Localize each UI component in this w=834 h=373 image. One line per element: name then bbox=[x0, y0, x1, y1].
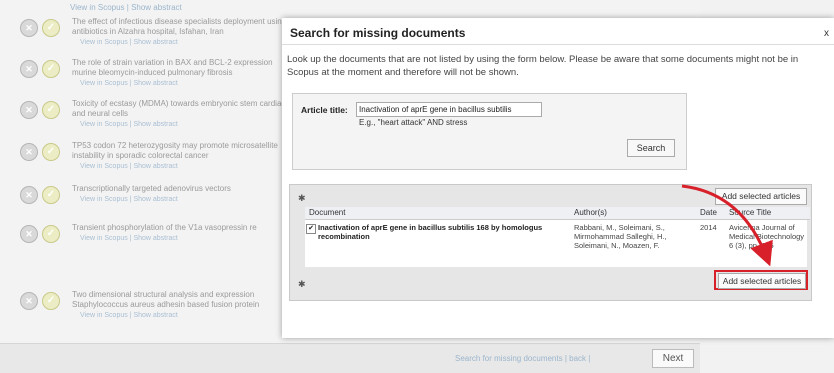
list-item-title[interactable]: The role of strain variation in BAX and … bbox=[72, 58, 297, 78]
list-item-title[interactable]: Toxicity of ecstasy (MDMA) towards embry… bbox=[72, 99, 297, 119]
list-item-title[interactable]: The effect of infectious disease special… bbox=[72, 17, 297, 37]
reject-icon[interactable] bbox=[20, 186, 38, 204]
list-item-title[interactable]: TP53 codon 72 heterozygosity may promote… bbox=[72, 141, 297, 161]
list-item-links[interactable]: View in Scopus | Show abstract bbox=[80, 121, 178, 128]
accept-icon[interactable] bbox=[42, 19, 60, 37]
reject-icon[interactable] bbox=[20, 143, 38, 161]
list-item-links[interactable]: View in Scopus | Show abstract bbox=[80, 312, 178, 319]
accept-icon[interactable] bbox=[42, 101, 60, 119]
reject-icon[interactable] bbox=[20, 19, 38, 37]
list-item-links[interactable]: View in Scopus | Show abstract bbox=[80, 196, 178, 203]
list-item-title[interactable]: Two dimensional structural analysis and … bbox=[72, 290, 297, 310]
next-button[interactable]: Next bbox=[652, 349, 694, 368]
reject-icon[interactable] bbox=[20, 292, 38, 310]
list-item-links[interactable]: View in Scopus | Show abstract bbox=[80, 163, 178, 170]
reject-icon[interactable] bbox=[20, 101, 38, 119]
search-missing-documents-dialog: Search for missing documents x Look up t… bbox=[282, 18, 834, 338]
list-item-title[interactable]: Transcriptionally targeted adenovirus ve… bbox=[72, 184, 297, 194]
reject-icon[interactable] bbox=[20, 60, 38, 78]
list-item-links[interactable]: View in Scopus | Show abstract bbox=[80, 235, 178, 242]
list-item-title[interactable]: Transient phosphorylation of the V1a vas… bbox=[72, 223, 297, 233]
accept-icon[interactable] bbox=[42, 186, 60, 204]
accept-icon[interactable] bbox=[42, 143, 60, 161]
accept-icon[interactable] bbox=[42, 292, 60, 310]
reject-icon[interactable] bbox=[20, 225, 38, 243]
list-item-links[interactable]: View in Scopus | Show abstract bbox=[80, 39, 178, 46]
accept-icon[interactable] bbox=[42, 60, 60, 78]
list-item-links[interactable]: View in Scopus | Show abstract bbox=[80, 80, 178, 87]
annotation-arrow-icon bbox=[681, 184, 773, 267]
top-links[interactable]: View in Scopus | Show abstract bbox=[70, 3, 182, 12]
accept-icon[interactable] bbox=[42, 225, 60, 243]
bottom-bar: Search for missing documents | back | Ne… bbox=[0, 343, 700, 373]
bottom-links[interactable]: Search for missing documents | back | bbox=[455, 354, 590, 363]
